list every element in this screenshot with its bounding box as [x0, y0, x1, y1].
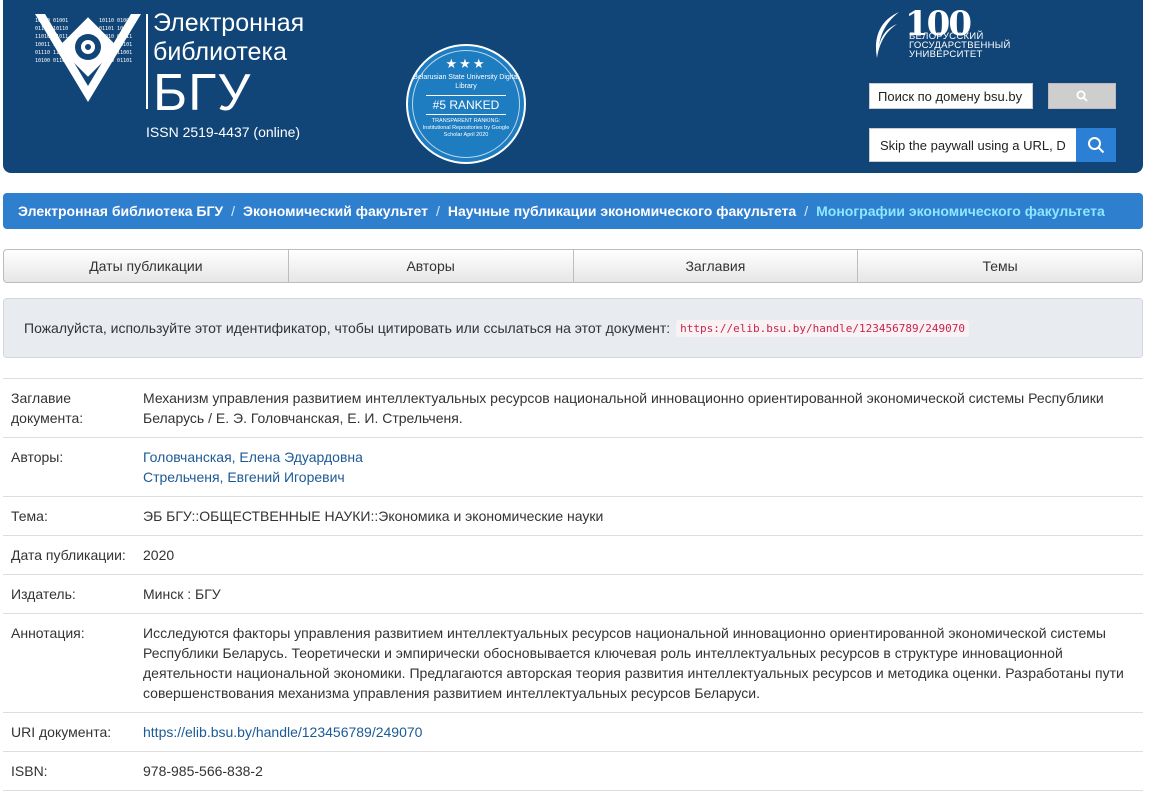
browse-by-author-button[interactable]: Авторы	[287, 249, 574, 283]
issn-text: ISSN 2519-4437 (online)	[146, 124, 301, 140]
library-logo-icon[interactable]: 10110 01001 01101 10110 11010 01011 1001…	[33, 12, 143, 112]
author-link[interactable]: Головчанская, Елена Эдуардовна	[143, 449, 363, 465]
breadcrumb: Электронная библиотека БГУ / Экономическ…	[3, 193, 1143, 229]
isbn-value: 978-985-566-838-2	[135, 751, 1143, 791]
domain-search-input[interactable]	[869, 83, 1033, 109]
bsu-name: БЕЛОРУССКИЙ ГОСУДАРСТВЕННЫЙ УНИВЕРСИТЕТ	[909, 32, 1011, 60]
title-label: Заглавие документа:	[3, 378, 135, 438]
uri-link[interactable]: https://elib.bsu.by/handle/123456789/249…	[143, 724, 422, 740]
paywall-url-input[interactable]	[869, 128, 1077, 162]
abstract-label: Аннотация:	[3, 613, 135, 713]
search-icon	[1076, 90, 1088, 102]
site-header: 10110 01001 01101 10110 11010 01011 1001…	[3, 0, 1143, 173]
domain-search-button[interactable]	[1048, 83, 1116, 109]
citation-url[interactable]: https://elib.bsu.by/handle/123456789/249…	[676, 319, 969, 337]
bsu-logo[interactable]: 100 БЕЛОРУССКИЙ ГОСУДАРСТВЕННЫЙ УНИВЕРСИ…	[869, 4, 1029, 62]
browse-by-date-button[interactable]: Даты публикации	[3, 249, 289, 283]
logo-divider	[146, 14, 148, 109]
table-row: Тема: ЭБ БГУ::ОБЩЕСТВЕННЫЕ НАУКИ::Эконом…	[3, 496, 1143, 536]
search-icon	[1088, 137, 1105, 154]
table-row: Издатель: Минск : БГУ	[3, 574, 1143, 614]
title-value: Механизм управления развитием интеллекту…	[135, 378, 1143, 438]
uri-label: URI документа:	[3, 712, 135, 752]
breadcrumb-separator: /	[804, 203, 809, 219]
table-row: ISBN: 978-985-566-838-2	[3, 751, 1143, 791]
table-row: Авторы: Головчанская, Елена Эдуардовна С…	[3, 437, 1143, 497]
badge-stars: ★★★	[445, 56, 487, 71]
citation-well: Пожалуйста, используйте этот идентификат…	[3, 298, 1143, 358]
subject-value: ЭБ БГУ::ОБЩЕСТВЕННЫЕ НАУКИ::Экономика и …	[135, 496, 1143, 536]
author-link[interactable]: Стрельченя, Евгений Игоревич	[143, 469, 345, 485]
ranking-badge[interactable]: ★★★ Belarusian State University Digital …	[406, 44, 526, 164]
badge-caption: Belarusian State University Digital Libr…	[413, 74, 519, 90]
bsu-name-line3: УНИВЕРСИТЕТ	[909, 49, 983, 60]
site-title-abbr: БГУ	[153, 64, 252, 122]
metadata-table: Заглавие документа: Механизм управления …	[3, 378, 1143, 791]
subject-label: Тема:	[3, 496, 135, 536]
bsu-feather-icon	[875, 12, 899, 58]
breadcrumb-item-library[interactable]: Электронная библиотека БГУ	[18, 203, 223, 219]
breadcrumb-item-publications[interactable]: Научные публикации экономического факуль…	[448, 203, 796, 219]
browse-by-subject-button[interactable]: Темы	[857, 249, 1143, 283]
table-row: URI документа: https://elib.bsu.by/handl…	[3, 712, 1143, 752]
uri-cell: https://elib.bsu.by/handle/123456789/249…	[135, 712, 1143, 752]
abstract-value: Исследуются факторы управления развитием…	[135, 613, 1143, 713]
site-title[interactable]: Электронная библиотека БГУ	[153, 9, 305, 122]
breadcrumb-separator: /	[231, 203, 236, 219]
site-title-line2: библиотека	[153, 38, 287, 66]
date-label: Дата публикации:	[3, 535, 135, 575]
breadcrumb-separator: /	[436, 203, 440, 219]
site-title-line1: Электронная	[153, 9, 305, 37]
date-value: 2020	[135, 535, 1143, 575]
publisher-value: Минск : БГУ	[135, 574, 1143, 614]
browse-by-title-button[interactable]: Заглавия	[572, 249, 859, 283]
browse-button-group: Даты публикации Авторы Заглавия Темы	[3, 249, 1143, 283]
breadcrumb-item-monographs[interactable]: Монографии экономического факультета	[816, 203, 1105, 219]
badge-source: TRANSPARENT RANKING: Institutional Repos…	[422, 118, 510, 138]
publisher-label: Издатель:	[3, 574, 135, 614]
authors-label: Авторы:	[3, 437, 135, 497]
citation-text: Пожалуйста, используйте этот идентификат…	[24, 320, 671, 336]
breadcrumb-item-faculty[interactable]: Экономический факультет	[243, 203, 428, 219]
paywall-search-button[interactable]	[1076, 128, 1116, 162]
authors-value: Головчанская, Елена Эдуардовна Стрельчен…	[135, 437, 1143, 497]
table-row: Дата публикации: 2020	[3, 535, 1143, 575]
badge-rank: #5 RANKED	[426, 95, 506, 115]
isbn-label: ISBN:	[3, 751, 135, 791]
table-row: Аннотация: Исследуются факторы управлени…	[3, 613, 1143, 713]
table-row: Заглавие документа: Механизм управления …	[3, 378, 1143, 438]
